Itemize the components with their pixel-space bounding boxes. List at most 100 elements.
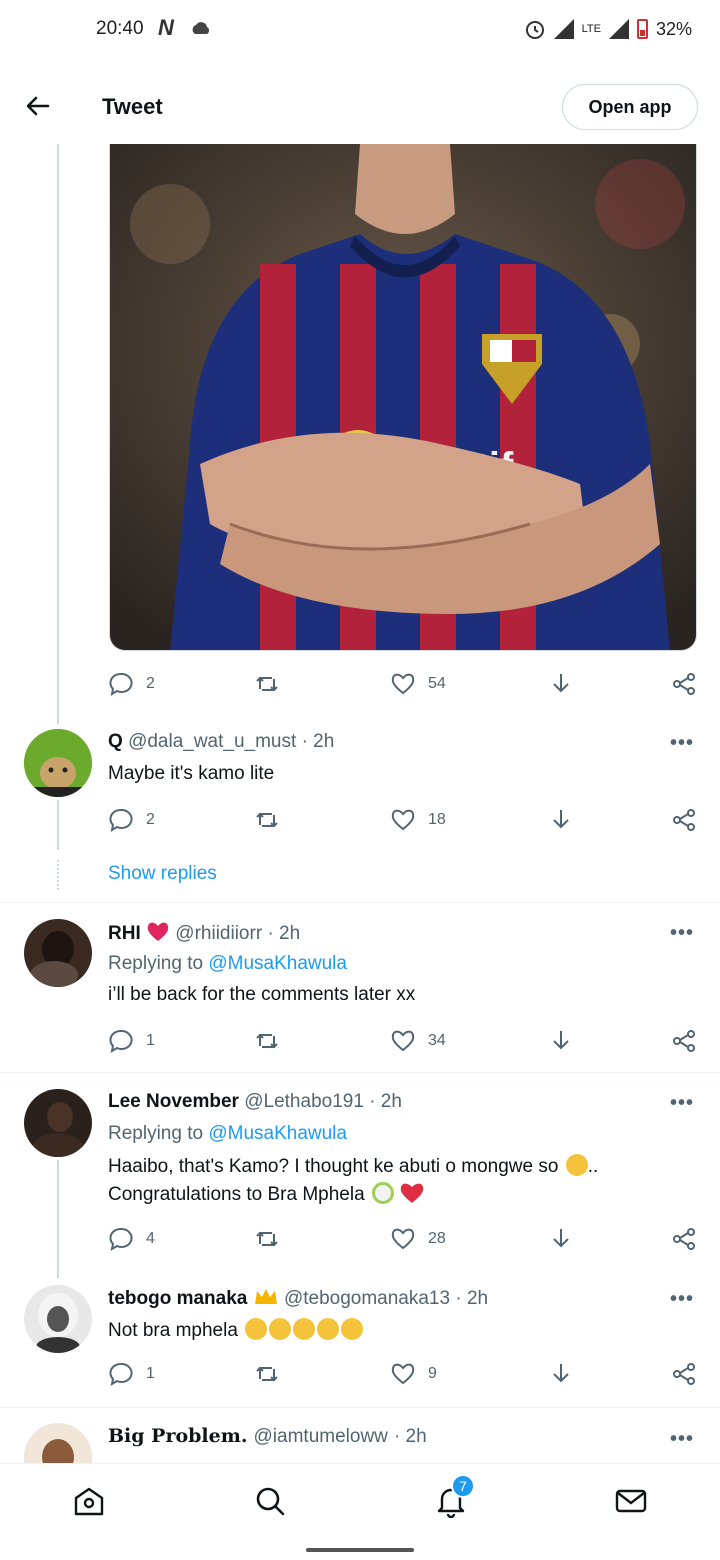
avatar-image (24, 919, 92, 987)
reply-icon (109, 672, 133, 697)
reply-count: 1 (146, 1032, 155, 1049)
handle[interactable]: @iamtumeloww (254, 1426, 388, 1447)
display-name[interactable]: Big Problem. (108, 1425, 247, 1447)
replying-to-link[interactable]: @MusaKhawula (208, 1123, 347, 1144)
retweet-button[interactable] (254, 1027, 280, 1055)
share-icon (673, 1228, 695, 1250)
heart-emoji-icon (147, 922, 169, 941)
more-icon[interactable]: ••• (670, 732, 694, 755)
gesture-bar[interactable] (306, 1548, 414, 1552)
display-name[interactable]: RHI (108, 923, 141, 944)
thread-line (57, 1160, 59, 1278)
tweet-actions: 2 18 (108, 806, 698, 836)
reply-button[interactable]: 1 (108, 1027, 155, 1055)
mail-icon[interactable] (614, 1484, 648, 1518)
retweet-button[interactable] (254, 806, 280, 834)
display-name[interactable]: Lee November (108, 1091, 239, 1112)
reply-button[interactable]: 2 (108, 670, 155, 698)
network-logo-icon: N (158, 15, 174, 40)
display-name[interactable]: Q (108, 731, 123, 752)
download-button[interactable] (548, 806, 574, 834)
open-app-button[interactable]: Open app (562, 84, 698, 130)
download-icon (553, 810, 569, 829)
red-heart-emoji-icon (400, 1183, 424, 1203)
timestamp: · 2h (393, 1426, 427, 1447)
like-button[interactable]: 9 (390, 1360, 437, 1388)
like-button[interactable]: 54 (390, 670, 446, 698)
retweet-icon (256, 1033, 278, 1049)
share-button[interactable] (671, 806, 697, 834)
page-title: Tweet (102, 94, 163, 119)
download-icon (553, 1031, 569, 1050)
reply-icon (109, 1029, 133, 1054)
handle[interactable]: @dala_wat_u_must (128, 731, 296, 752)
download-button[interactable] (548, 1360, 574, 1388)
alarm-icon (525, 21, 544, 39)
like-button[interactable]: 34 (390, 1027, 446, 1055)
retweet-button[interactable] (254, 670, 280, 698)
like-button[interactable]: 28 (390, 1225, 446, 1253)
tweet-text: Not bra mphela (108, 1320, 238, 1341)
more-icon[interactable]: ••• (670, 1288, 694, 1311)
tweet-header: Lee November @Lethabo191 · 2h (108, 1091, 402, 1113)
handle[interactable]: @tebogomanaka13 (284, 1288, 450, 1309)
like-count: 9 (428, 1365, 437, 1382)
handle[interactable]: @Lethabo191 (244, 1091, 364, 1112)
like-button[interactable]: 18 (390, 806, 446, 834)
download-button[interactable] (548, 1027, 574, 1055)
search-icon[interactable] (253, 1484, 287, 1518)
avatar[interactable] (24, 729, 92, 797)
thread-line-dotted (57, 860, 59, 890)
reply-icon (109, 1362, 133, 1387)
network-type: LTE (581, 23, 601, 35)
reply-count: 2 (146, 811, 155, 828)
reply-button[interactable]: 1 (108, 1360, 155, 1388)
retweet-button[interactable] (254, 1360, 280, 1388)
divider (0, 902, 720, 903)
reply-count: 4 (146, 1230, 155, 1247)
status-bar: 20:40 N LTE 32% (0, 0, 720, 60)
share-button[interactable] (671, 1360, 697, 1388)
replying-to-link[interactable]: @MusaKhawula (208, 953, 347, 974)
back-arrow-icon[interactable] (22, 90, 54, 122)
replying-label: Replying to (108, 1123, 204, 1144)
more-icon[interactable]: ••• (670, 1092, 694, 1115)
tweet-text: Haaibo, that's Kamo? I thought ke abuti … (108, 1156, 559, 1177)
reply-icon (109, 1227, 133, 1252)
divider (0, 1072, 720, 1073)
share-button[interactable] (671, 1225, 697, 1253)
avatar[interactable] (24, 1423, 92, 1463)
tweet-actions: 4 28 (108, 1225, 698, 1255)
avatar[interactable] (24, 1089, 92, 1157)
bottom-nav: 7 (0, 1463, 720, 1537)
replying-to: Replying to @MusaKhawula (108, 953, 347, 975)
share-icon (673, 673, 695, 695)
crying-emoji-icon (317, 1318, 340, 1340)
avatar[interactable] (24, 919, 92, 987)
more-icon[interactable]: ••• (670, 1428, 694, 1451)
notification-badge: 7 (451, 1474, 475, 1498)
avatar[interactable] (24, 1285, 92, 1353)
tweet-media-image[interactable]: Spotif (109, 144, 697, 651)
weary-face-emoji-icon (565, 1154, 588, 1176)
share-button[interactable] (671, 1027, 697, 1055)
signal-icon-2 (608, 19, 629, 39)
thread-line (57, 144, 59, 724)
reply-button[interactable]: 2 (108, 806, 155, 834)
display-name[interactable]: tebogo manaka (108, 1288, 247, 1309)
tweet-header: tebogo manaka @tebogomanaka13 · 2h (108, 1286, 488, 1310)
home-icon[interactable] (72, 1484, 106, 1518)
reply-icon (109, 808, 133, 833)
crying-emoji-icon (341, 1318, 364, 1340)
share-button[interactable] (671, 670, 697, 698)
download-button[interactable] (548, 1225, 574, 1253)
show-replies-link[interactable]: Show replies (108, 863, 217, 885)
retweet-icon (256, 1366, 278, 1382)
download-button[interactable] (548, 670, 574, 698)
tweet-text-line1: Haaibo, that's Kamo? I thought ke abuti … (108, 1154, 598, 1178)
more-icon[interactable]: ••• (670, 922, 694, 945)
download-icon (553, 674, 569, 693)
handle[interactable]: @rhiidiiorr (175, 923, 262, 944)
reply-button[interactable]: 4 (108, 1225, 155, 1253)
retweet-button[interactable] (254, 1225, 280, 1253)
